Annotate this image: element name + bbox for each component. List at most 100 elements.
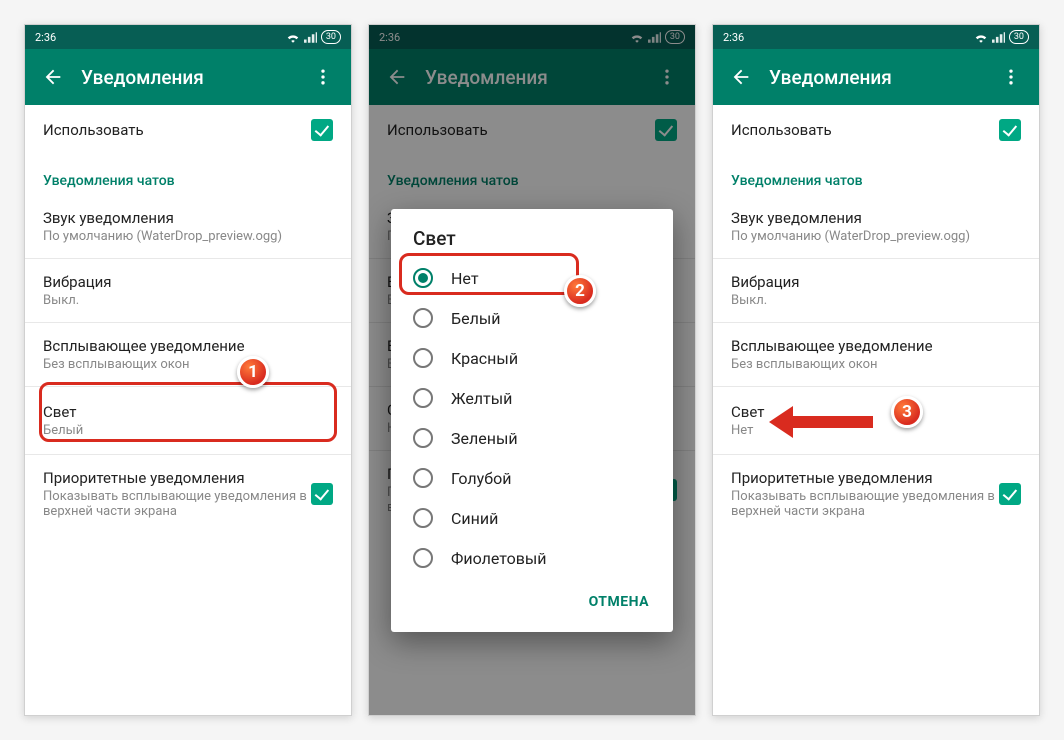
phone-screen-1: 2:36 30 Уведомления Использовать Уведомл… — [24, 24, 352, 716]
light-option-label: Синий — [451, 509, 498, 528]
popup-title: Всплывающее уведомление — [43, 337, 333, 355]
status-icons: 30 — [286, 30, 341, 44]
battery-icon: 30 — [321, 30, 341, 44]
status-icons: 30 — [974, 30, 1029, 44]
popup-sub: Без всплывающих окон — [731, 357, 1021, 372]
sound-sub: По умолчанию (WaterDrop_preview.ogg) — [43, 229, 333, 244]
appbar-title: Уведомления — [761, 66, 991, 89]
radio-icon — [413, 508, 433, 528]
vibration-sub: Выкл. — [43, 293, 333, 308]
status-time: 2:36 — [723, 31, 744, 44]
light-option[interactable]: Красный — [391, 338, 673, 378]
radio-icon — [413, 468, 433, 488]
light-option-label: Белый — [451, 309, 500, 328]
sound-title: Звук уведомления — [43, 209, 333, 227]
back-button[interactable] — [33, 66, 73, 88]
radio-icon — [413, 428, 433, 448]
appbar-title: Уведомления — [73, 66, 303, 89]
row-popup[interactable]: Всплывающее уведомление Без всплывающих … — [713, 323, 1039, 386]
radio-icon — [413, 268, 433, 288]
row-vibration[interactable]: Вибрация Выкл. — [713, 259, 1039, 322]
signal-icon — [992, 32, 1005, 43]
sound-sub: По умолчанию (WaterDrop_preview.ogg) — [731, 229, 1021, 244]
light-title: Свет — [731, 403, 1021, 421]
more-button[interactable] — [991, 67, 1031, 87]
dialog-actions: ОТМЕНА — [391, 578, 673, 626]
arrow-back-icon — [730, 66, 752, 88]
more-button[interactable] — [303, 67, 343, 87]
priority-sub: Показывать всплывающие уведомления в вер… — [731, 489, 999, 519]
settings-list: Использовать Уведомления чатов Звук увед… — [713, 105, 1039, 533]
radio-icon — [413, 348, 433, 368]
app-bar: Уведомления — [713, 49, 1039, 105]
wifi-icon — [286, 32, 300, 43]
row-use[interactable]: Использовать — [713, 105, 1039, 155]
row-light[interactable]: Свет Белый — [25, 387, 351, 454]
use-checkbox[interactable] — [999, 119, 1021, 141]
light-option-label: Красный — [451, 349, 518, 368]
signal-icon — [304, 32, 317, 43]
app-bar: Уведомления — [25, 49, 351, 105]
light-option[interactable]: Белый — [391, 298, 673, 338]
row-vibration[interactable]: Вибрация Выкл. — [25, 259, 351, 322]
row-use[interactable]: Использовать — [25, 105, 351, 155]
priority-sub: Показывать всплывающие уведомления в вер… — [43, 489, 311, 519]
light-sub: Нет — [731, 423, 1021, 438]
priority-checkbox[interactable] — [311, 483, 333, 505]
back-button[interactable] — [721, 66, 761, 88]
phone-screen-2: 2:36 30 Уведомления Использовать Уведомл… — [368, 24, 696, 716]
status-bar: 2:36 30 — [25, 25, 351, 49]
row-light[interactable]: Свет Нет — [713, 387, 1039, 454]
priority-title: Приоритетные уведомления — [43, 469, 311, 487]
more-vert-icon — [313, 67, 333, 87]
light-option-label: Зеленый — [451, 429, 518, 448]
annotation-badge-2: 2 — [564, 275, 596, 307]
section-chat-header: Уведомления чатов — [25, 155, 351, 195]
use-checkbox[interactable] — [311, 119, 333, 141]
light-option-label: Желтый — [451, 389, 512, 408]
radio-icon — [413, 548, 433, 568]
light-title: Свет — [43, 403, 333, 421]
wifi-icon — [974, 32, 988, 43]
radio-icon — [413, 308, 433, 328]
row-popup[interactable]: Всплывающее уведомление Без всплывающих … — [25, 323, 351, 386]
settings-list: Использовать Уведомления чатов Звук увед… — [25, 105, 351, 533]
light-dialog: Свет Нет Белый Красный Желтый Зеленый Голубой… — [391, 209, 673, 632]
popup-sub: Без всплывающих окон — [43, 357, 333, 372]
row-priority[interactable]: Приоритетные уведомления Показывать вспл… — [713, 455, 1039, 533]
light-option[interactable]: Голубой — [391, 458, 673, 498]
priority-title: Приоритетные уведомления — [731, 469, 999, 487]
vibration-title: Вибрация — [43, 273, 333, 291]
light-option-label: Голубой — [451, 469, 511, 488]
annotation-badge-3: 3 — [891, 396, 923, 428]
row-sound[interactable]: Звук уведомления По умолчанию (WaterDrop… — [713, 195, 1039, 258]
arrow-back-icon — [42, 66, 64, 88]
light-option[interactable]: Желтый — [391, 378, 673, 418]
more-vert-icon — [1001, 67, 1021, 87]
status-time: 2:36 — [35, 31, 56, 44]
popup-title: Всплывающее уведомление — [731, 337, 1021, 355]
light-option[interactable]: Нет — [391, 258, 673, 298]
priority-checkbox[interactable] — [999, 483, 1021, 505]
light-option[interactable]: Синий — [391, 498, 673, 538]
row-priority[interactable]: Приоритетные уведомления Показывать вспл… — [25, 455, 351, 533]
radio-icon — [413, 388, 433, 408]
light-option[interactable]: Зеленый — [391, 418, 673, 458]
battery-icon: 30 — [1009, 30, 1029, 44]
sound-title: Звук уведомления — [731, 209, 1021, 227]
annotation-badge-1: 1 — [237, 356, 269, 388]
dialog-cancel-button[interactable]: ОТМЕНА — [579, 586, 659, 618]
light-option-label: Нет — [451, 269, 479, 288]
light-option[interactable]: Фиолетовый — [391, 538, 673, 578]
light-sub: Белый — [43, 423, 333, 438]
status-bar: 2:36 30 — [713, 25, 1039, 49]
light-option-label: Фиолетовый — [451, 549, 547, 568]
phone-screen-3: 2:36 30 Уведомления Использовать Уведомл… — [712, 24, 1040, 716]
row-sound[interactable]: Звук уведомления По умолчанию (WaterDrop… — [25, 195, 351, 258]
vibration-sub: Выкл. — [731, 293, 1021, 308]
vibration-title: Вибрация — [731, 273, 1021, 291]
dialog-title: Свет — [391, 209, 673, 258]
use-label: Использовать — [43, 121, 311, 139]
use-label: Использовать — [731, 121, 999, 139]
section-chat-header: Уведомления чатов — [713, 155, 1039, 195]
